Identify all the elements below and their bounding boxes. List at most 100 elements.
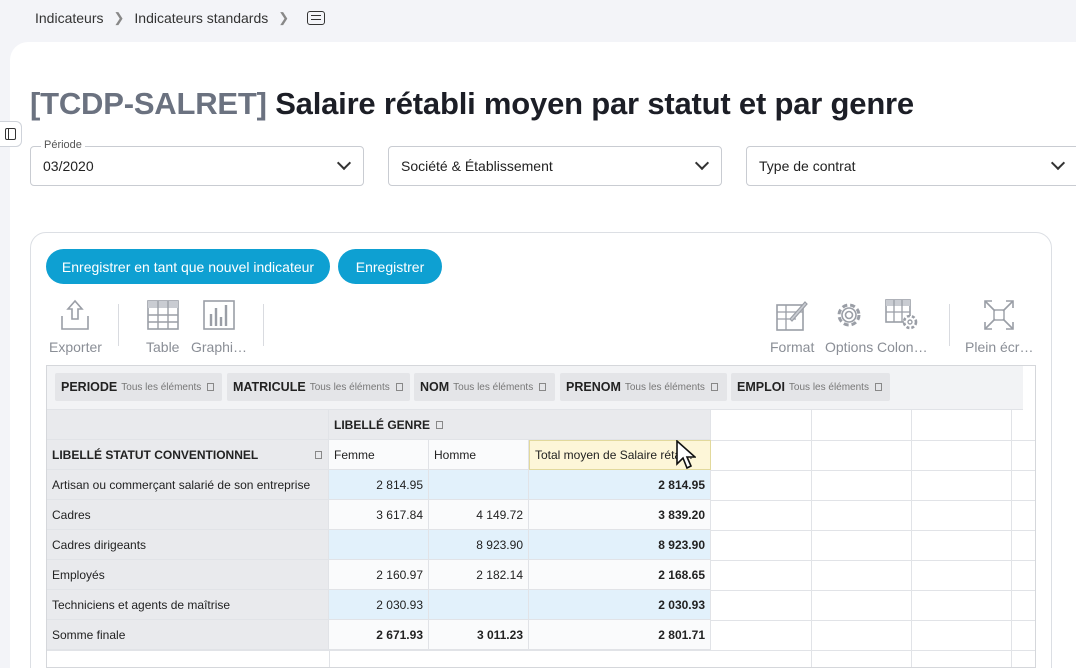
format-tool[interactable]: Format (770, 298, 814, 355)
table-cell-total[interactable]: 8 923.90 (529, 530, 711, 560)
row-header: Artisan ou commerçant salarié de son ent… (47, 470, 329, 500)
columns-settings-icon (885, 298, 919, 332)
field-pill-prenom[interactable]: PRENOM Tous les éléments (560, 373, 727, 401)
table-cell-total[interactable]: 2 030.93 (529, 590, 711, 620)
grand-total-label: Somme finale (47, 620, 329, 650)
table-cell[interactable]: 2 160.97 (329, 560, 429, 590)
export-label: Exporter (49, 339, 102, 355)
indicator-name: Salaire rétabli moyen par statut et par … (275, 86, 914, 121)
field-pill-nom[interactable]: NOM Tous les éléments (414, 373, 555, 401)
table-cell[interactable] (329, 530, 429, 560)
pivot-corner (47, 410, 329, 440)
grid-line (1011, 410, 1012, 667)
chevron-right-icon: ❯ (113, 10, 125, 25)
grid-line (711, 470, 1035, 471)
table-cell[interactable]: 8 923.90 (429, 530, 529, 560)
columns-tool[interactable]: Colon… (877, 298, 928, 355)
filter-icon (395, 383, 403, 391)
field-pill-matricule[interactable]: MATRICULE Tous les éléments (227, 373, 410, 401)
contrat-value: Type de contrat (759, 158, 856, 174)
save-as-new-button[interactable]: Enregistrer en tant que nouvel indicateu… (46, 249, 330, 284)
table-cell[interactable] (429, 590, 529, 620)
toolbar-divider (263, 304, 264, 346)
grid-line (711, 590, 1035, 591)
grid-line (711, 650, 1035, 651)
filter-icon (539, 383, 547, 391)
fullscreen-icon (983, 298, 1015, 332)
grid-line (711, 620, 1035, 621)
mouse-cursor-icon (676, 440, 696, 470)
grid-line (329, 650, 330, 667)
grand-total-cell[interactable]: 2 801.71 (529, 620, 711, 650)
table-cell[interactable]: 2 814.95 (329, 470, 429, 500)
grand-total-cell[interactable]: 3 011.23 (429, 620, 529, 650)
columns-label: Colon… (877, 339, 928, 355)
periode-value: 03/2020 (43, 158, 94, 174)
chevron-down-icon (1050, 155, 1066, 171)
breadcrumb: Indicateurs ❯ Indicateurs standards ❯ (35, 10, 326, 26)
fullscreen-tool[interactable]: Plein écr… (965, 298, 1033, 355)
table-cell-total[interactable]: 2 814.95 (529, 470, 711, 500)
column-field-header[interactable]: LIBELLÉ GENRE (329, 410, 711, 440)
sidebar-icon (5, 128, 16, 140)
grand-total-cell[interactable]: 2 671.93 (329, 620, 429, 650)
table-cell-total[interactable]: 3 839.20 (529, 500, 711, 530)
periode-select[interactable]: Période 03/2020 (30, 139, 364, 186)
row-field-header[interactable]: LIBELLÉ STATUT CONVENTIONNEL (47, 440, 329, 470)
chevron-down-icon (694, 155, 710, 171)
grid-line (711, 530, 1035, 531)
indicator-code: [TCDP-SALRET] (30, 86, 267, 121)
grid-line (711, 440, 1035, 441)
export-tool[interactable]: Exporter (49, 298, 102, 355)
column-header-homme[interactable]: Homme (429, 440, 529, 470)
filter-icon (710, 383, 718, 391)
table-cell[interactable]: 2 030.93 (329, 590, 429, 620)
row-header: Cadres (47, 500, 329, 530)
table-cell[interactable]: 3 617.84 (329, 500, 429, 530)
grid-line (811, 410, 812, 667)
table-cell[interactable] (429, 470, 529, 500)
toolbar-divider (118, 304, 119, 346)
contrat-select[interactable]: Type de contrat (746, 146, 1076, 186)
societe-select[interactable]: Société & Établissement (388, 146, 722, 186)
graph-label: Graphi… (191, 339, 248, 355)
export-icon (59, 298, 91, 332)
breadcrumb-item-indicateurs-standards[interactable]: Indicateurs standards (134, 10, 268, 26)
periode-label: Période (41, 139, 85, 151)
format-icon (776, 298, 808, 332)
field-pill-emploi[interactable]: EMPLOI Tous les éléments (731, 373, 890, 401)
table-icon (146, 298, 179, 332)
gear-icon (833, 298, 865, 332)
sidebar-toggle-button[interactable] (0, 121, 22, 147)
row-header: Techniciens et agents de maîtrise (47, 590, 329, 620)
filter-icon (436, 420, 444, 429)
bar-chart-icon (203, 298, 235, 332)
column-header-femme[interactable]: Femme (329, 440, 429, 470)
options-label: Options (825, 339, 874, 355)
filter-icon (315, 450, 322, 459)
table-tool[interactable]: Table (146, 298, 179, 355)
table-label: Table (146, 339, 180, 355)
filter-icon (207, 383, 215, 391)
save-button[interactable]: Enregistrer (338, 249, 442, 284)
options-tool[interactable]: Options (825, 298, 873, 355)
grid-line (711, 560, 1035, 561)
list-icon[interactable] (307, 11, 326, 25)
graph-tool[interactable]: Graphi… (191, 298, 247, 355)
table-cell[interactable]: 4 149.72 (429, 500, 529, 530)
format-label: Format (770, 339, 815, 355)
table-cell-total[interactable]: 2 168.65 (529, 560, 711, 590)
grid-line (711, 500, 1035, 501)
row-header: Cadres dirigeants (47, 530, 329, 560)
toolbar-divider (949, 304, 950, 346)
pivot-grid: PERIODE Tous les éléments MATRICULE Tous l… (46, 365, 1036, 668)
societe-value: Société & Établissement (401, 158, 553, 174)
filter-icon (874, 383, 882, 391)
table-cell[interactable]: 2 182.14 (429, 560, 529, 590)
page-title: [TCDP-SALRET] Salaire rétabli moyen par … (30, 86, 914, 122)
grid-line (911, 410, 912, 667)
breadcrumb-item-indicateurs[interactable]: Indicateurs (35, 10, 103, 26)
field-pill-periode[interactable]: PERIODE Tous les éléments (55, 373, 222, 401)
report-filters-bar: PERIODE Tous les éléments MATRICULE Tous l… (47, 366, 1023, 410)
row-header: Employés (47, 560, 329, 590)
